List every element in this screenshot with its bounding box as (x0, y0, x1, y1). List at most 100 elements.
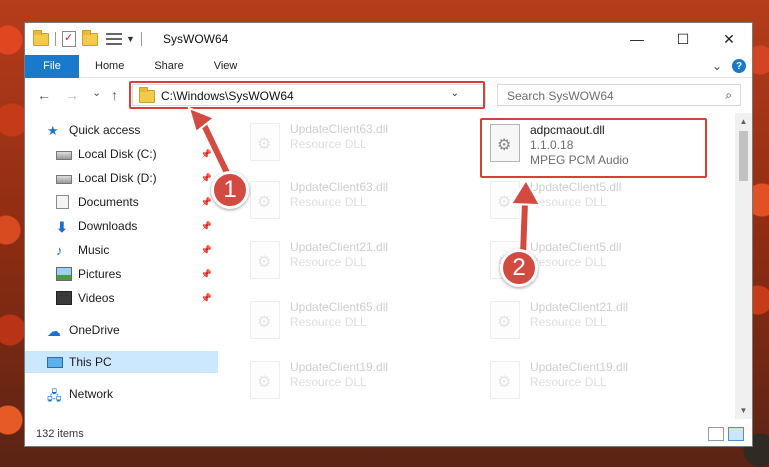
file-name: UpdateClient19.dll (290, 360, 389, 374)
window-controls: — ☐ ✕ (614, 23, 752, 55)
recent-locations-chevron-icon[interactable]: ⌄ (92, 86, 101, 99)
scroll-down-icon[interactable]: ▼ (735, 402, 752, 419)
sidebar-item-local-disk-c[interactable]: Local Disk (C:) 📌 (25, 143, 218, 165)
file-type: Resource DLL (530, 195, 607, 209)
sidebar-item-onedrive[interactable]: ☁ OneDrive (25, 319, 218, 341)
up-arrow-icon[interactable]: ↑ (111, 87, 118, 103)
sidebar-item-label: Pictures (78, 267, 122, 281)
sidebar-item-label: Videos (78, 291, 115, 305)
view-toggle (708, 427, 744, 441)
search-placeholder: Search SysWOW64 (507, 89, 614, 103)
minimize-button[interactable]: — (614, 23, 660, 55)
drive-icon (56, 150, 72, 160)
sidebar-item-local-disk-d[interactable]: Local Disk (D:) 📌 (25, 167, 218, 189)
tab-view[interactable]: View (199, 60, 253, 72)
cloud-icon: ☁ (47, 323, 61, 339)
sidebar-item-label: This PC (69, 355, 112, 369)
callout-1: 1 (211, 171, 249, 209)
sidebar-item-label: Documents (78, 195, 139, 209)
downloads-icon: ⬇ (56, 219, 68, 235)
title-bar: ▼ SysWOW64 — ☐ ✕ (25, 23, 752, 55)
file-name: UpdateClient21.dll (530, 300, 629, 314)
vertical-scrollbar[interactable]: ▲ ▼ (735, 113, 752, 419)
dll-file-icon (250, 301, 280, 339)
tab-share[interactable]: Share (139, 60, 198, 72)
sidebar-item-label: Music (78, 243, 110, 257)
large-icons-view-icon[interactable] (728, 427, 744, 441)
sidebar-item-this-pc[interactable]: This PC (25, 351, 218, 373)
ribbon-collapse-chevron-icon[interactable]: ⌄ (712, 59, 722, 73)
star-icon: ★ (47, 123, 59, 138)
folder-icon (33, 29, 49, 46)
help-icon[interactable]: ? (732, 59, 746, 73)
maximize-button[interactable]: ☐ (660, 23, 706, 55)
file-name: UpdateClient65.dll (290, 300, 389, 314)
file-type: Resource DLL (290, 375, 367, 389)
sidebar-item-pictures[interactable]: Pictures 📌 (25, 263, 218, 285)
file-item[interactable]: UpdateClient63.dll Resource DLL (242, 115, 472, 169)
file-type: Resource DLL (530, 255, 607, 269)
music-icon: ♪ (56, 243, 63, 258)
file-item[interactable]: UpdateClient21.dll Resource DLL (482, 293, 712, 347)
drive-icon (56, 174, 72, 184)
scrollbar-thumb[interactable] (739, 131, 748, 181)
sidebar-item-network[interactable]: 🖧 Network (25, 383, 218, 405)
file-item[interactable]: UpdateClient5.dll Resource DLL (482, 173, 712, 227)
file-name: UpdateClient63.dll (290, 180, 389, 194)
item-count: 132 items (36, 428, 84, 440)
properties-icon[interactable] (62, 31, 76, 47)
search-icon[interactable]: ⌕ (725, 88, 732, 103)
sidebar-item-music[interactable]: ♪ Music 📌 (25, 239, 218, 261)
dll-file-icon (250, 241, 280, 279)
close-button[interactable]: ✕ (706, 23, 752, 55)
customize-toolbar-dropdown-icon[interactable]: ▼ (126, 34, 135, 44)
file-item[interactable]: UpdateClient19.dll Resource DLL (242, 353, 472, 407)
ribbon-controls: ⌄ ? (712, 59, 746, 73)
search-input[interactable]: Search SysWOW64 ⌕ (497, 84, 741, 106)
details-view-icon[interactable] (708, 427, 724, 441)
file-type: Resource DLL (290, 195, 367, 209)
file-name: UpdateClient19.dll (530, 360, 629, 374)
dll-file-icon (250, 361, 280, 399)
forward-arrow-icon[interactable]: → (65, 87, 79, 103)
status-bar: 132 items (25, 422, 752, 446)
file-item[interactable]: UpdateClient21.dll Resource DLL (242, 233, 472, 287)
file-type: Resource DLL (530, 375, 607, 389)
file-item[interactable]: UpdateClient63.dll Resource DLL (242, 173, 472, 227)
pin-icon: 📌 (200, 220, 212, 231)
back-arrow-icon[interactable]: ← (37, 87, 51, 103)
sidebar-item-downloads[interactable]: ⬇ Downloads 📌 (25, 215, 218, 237)
file-item[interactable]: UpdateClient19.dll Resource DLL (482, 353, 712, 407)
scroll-up-icon[interactable]: ▲ (735, 113, 752, 130)
new-folder-icon[interactable] (82, 29, 98, 46)
file-type: Resource DLL (290, 255, 367, 269)
pin-icon: 📌 (200, 148, 212, 159)
tab-file[interactable]: File (25, 54, 79, 78)
pin-icon: 📌 (200, 244, 212, 255)
file-item[interactable]: UpdateClient65.dll Resource DLL (242, 293, 472, 347)
file-name: UpdateClient5.dll (530, 240, 622, 254)
navigation-pane: ★ Quick access Local Disk (C:) 📌 Local D… (25, 119, 218, 419)
view-options-icon[interactable] (106, 32, 122, 46)
dll-file-icon (490, 301, 520, 339)
file-name: UpdateClient5.dll (530, 180, 622, 194)
sidebar-item-label: OneDrive (69, 323, 120, 337)
file-type: Resource DLL (290, 137, 367, 151)
file-name: UpdateClient63.dll (290, 122, 389, 136)
sidebar-item-quick-access[interactable]: ★ Quick access (25, 119, 218, 141)
network-icon: 🖧 (47, 388, 62, 403)
videos-icon (56, 291, 72, 305)
file-type: Resource DLL (530, 315, 607, 329)
sidebar-item-documents[interactable]: Documents 📌 (25, 191, 218, 213)
file-name: UpdateClient21.dll (290, 240, 389, 254)
sidebar-item-videos[interactable]: Videos 📌 (25, 287, 218, 309)
sidebar-item-label: Network (69, 387, 114, 401)
toolbar-separator (55, 32, 56, 46)
callout-2: 2 (500, 249, 538, 287)
computer-icon (47, 356, 63, 368)
file-highlight (480, 118, 707, 178)
pictures-icon (56, 267, 72, 281)
dll-file-icon (490, 361, 520, 399)
quick-access-toolbar: ▼ (33, 29, 148, 47)
tab-home[interactable]: Home (79, 60, 139, 72)
